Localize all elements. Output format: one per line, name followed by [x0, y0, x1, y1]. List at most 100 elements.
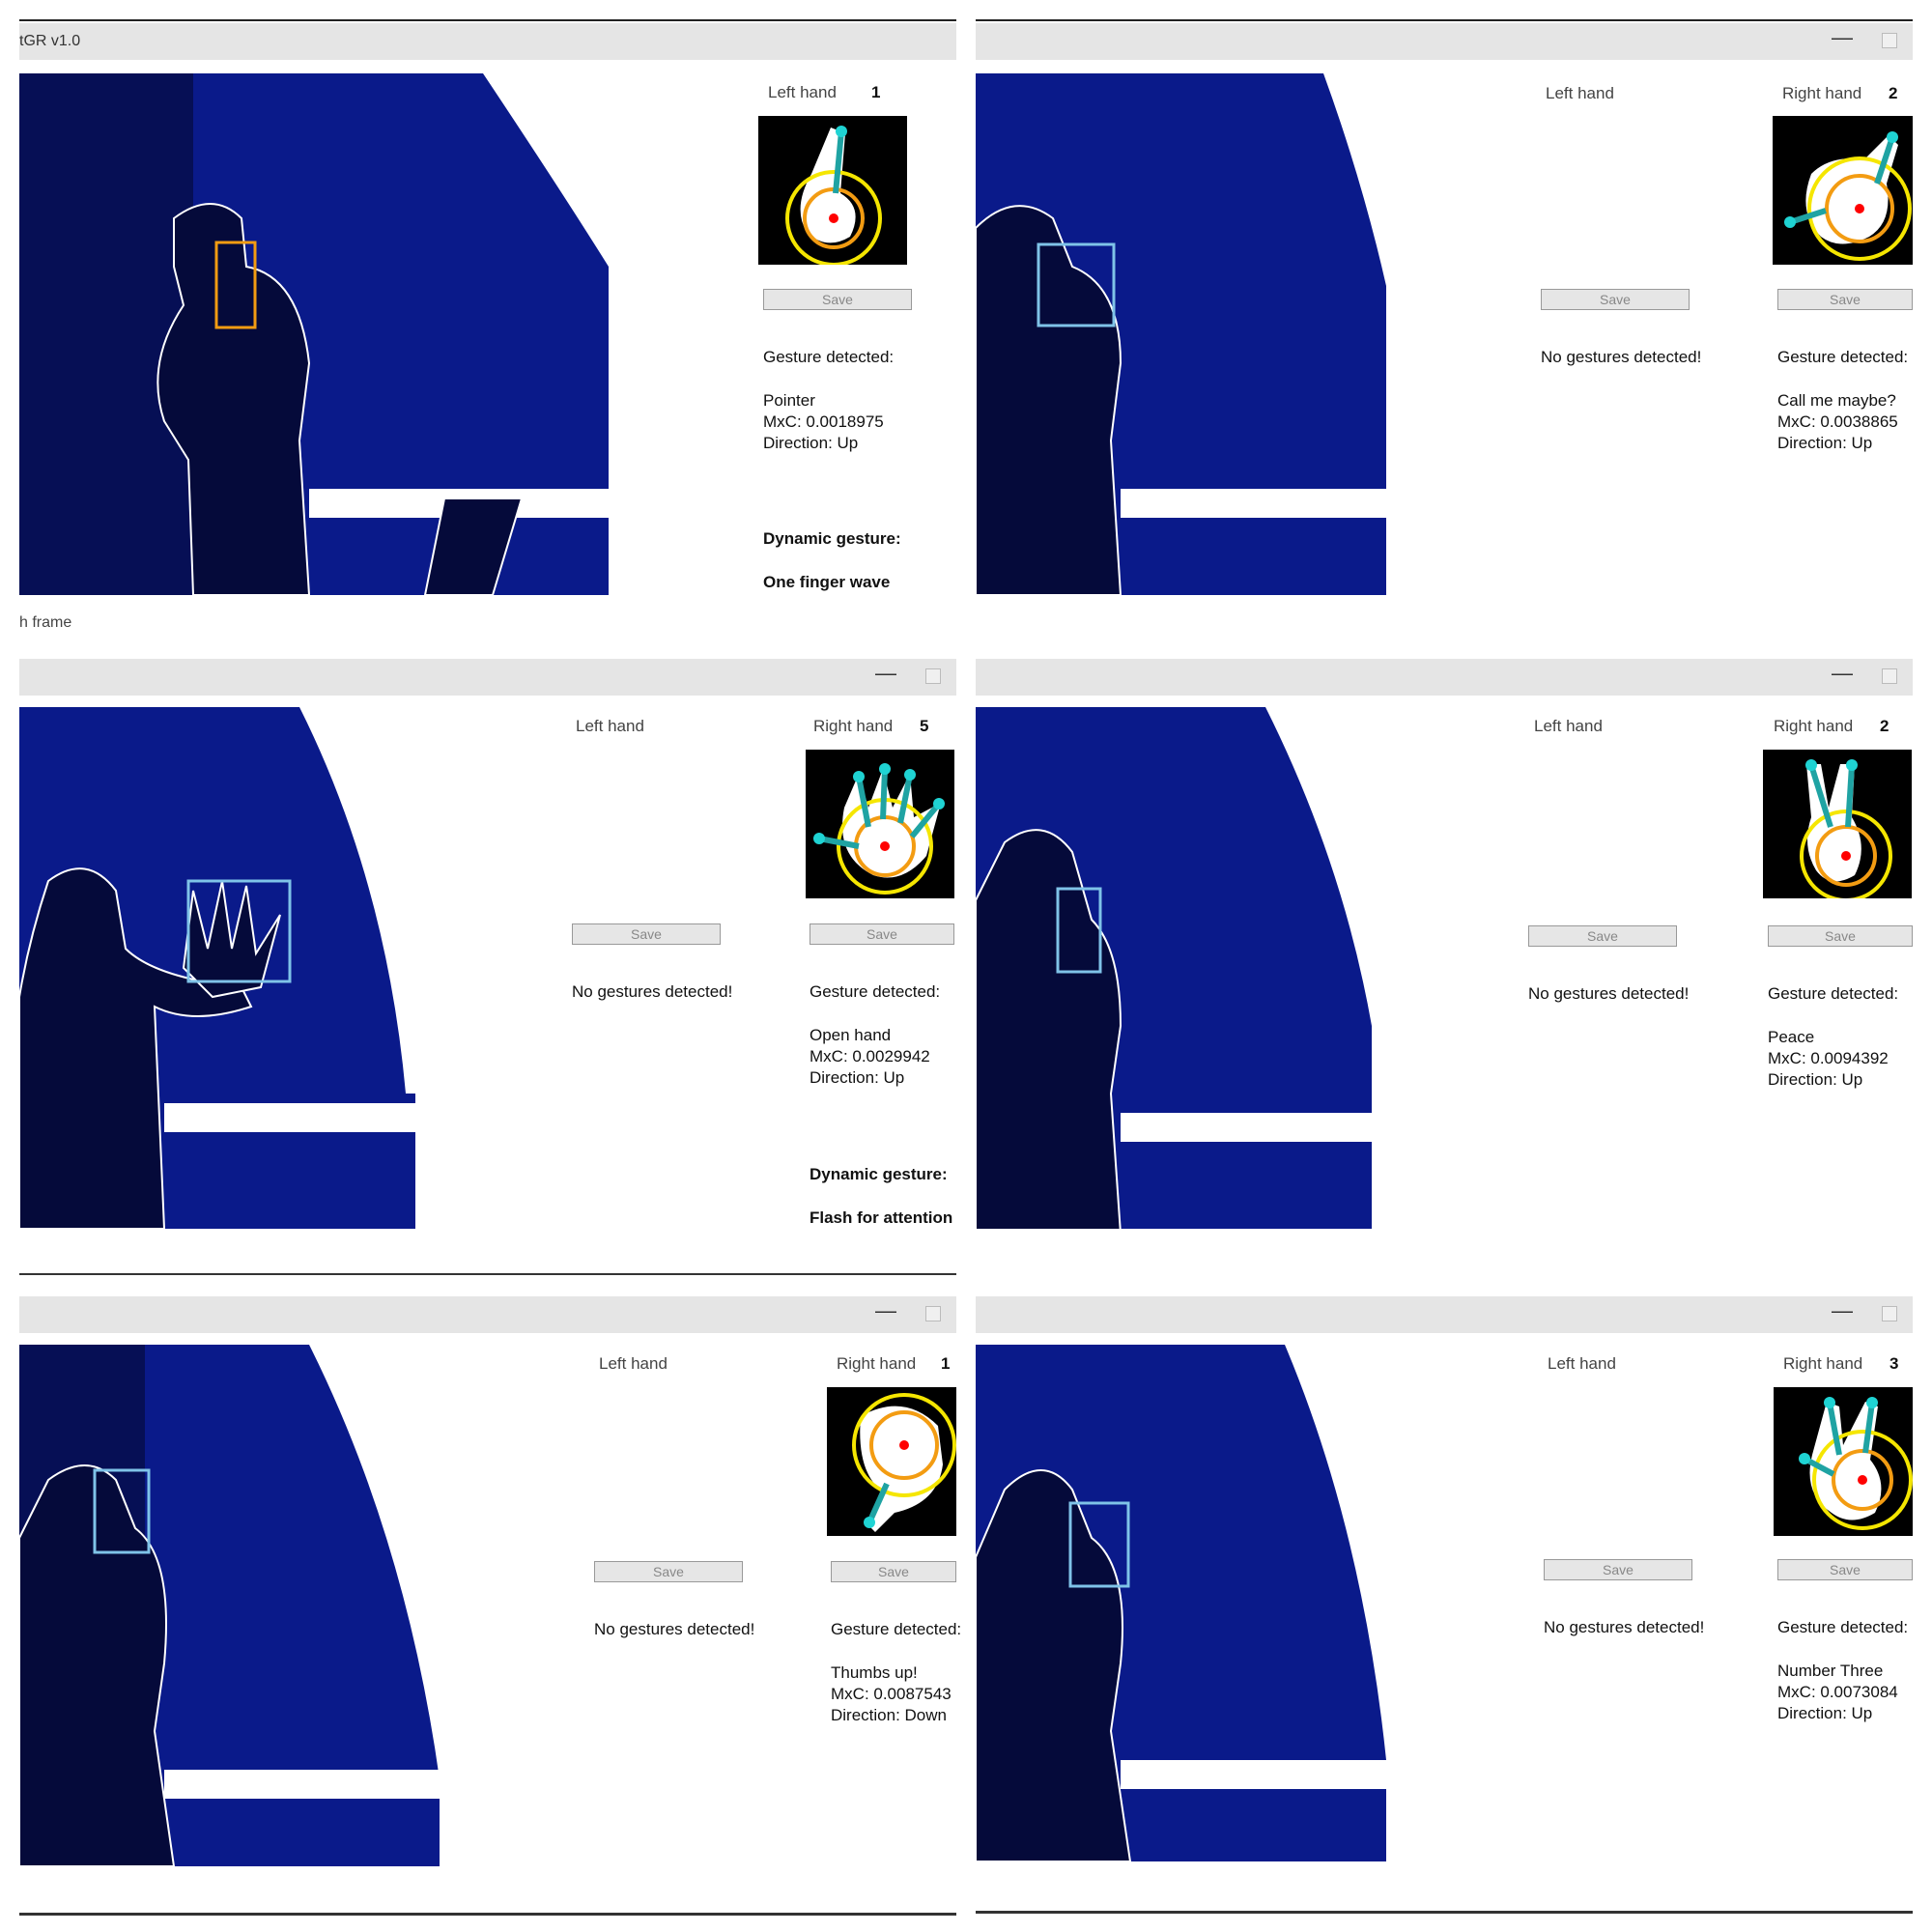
- minimize-icon[interactable]: —: [1832, 1298, 1853, 1323]
- window-border: [976, 19, 1913, 21]
- maximize-icon[interactable]: [1882, 33, 1897, 48]
- title-bar: —: [976, 1296, 1913, 1333]
- depth-frame-view[interactable]: [19, 73, 628, 595]
- left-save-button[interactable]: Save: [1544, 1559, 1692, 1580]
- window-panel-4: — Left hand Right hand 2 Save No gesture…: [976, 638, 1913, 1256]
- left-save-button[interactable]: Save: [572, 923, 721, 945]
- window-panel-1: tGR v1.0 Left hand 1 Save Gesture detect…: [19, 2, 956, 631]
- depth-image: [19, 707, 415, 1229]
- left-hand-label: Left hand: [576, 717, 644, 735]
- gesture-direction: Direction: Up: [1777, 1704, 1873, 1722]
- fingertip-marker: [836, 126, 847, 137]
- left-hand-label: Left hand: [1546, 84, 1614, 102]
- centroid-marker: [829, 213, 838, 223]
- depth-image: [976, 73, 1386, 595]
- minimize-icon[interactable]: —: [1832, 661, 1853, 686]
- window-panel-5: — Left hand Right hand 1 Save No gesture…: [19, 1275, 961, 1916]
- gesture-mxc: MxC: 0.0094392: [1768, 1049, 1889, 1067]
- left-save-button[interactable]: Save: [1528, 925, 1677, 947]
- centroid-marker: [1855, 204, 1864, 213]
- hand-thumbnail: [806, 750, 954, 898]
- minimize-icon[interactable]: —: [875, 661, 896, 686]
- right-hand-label: Right hand: [813, 717, 894, 735]
- depth-image: [19, 1345, 440, 1866]
- window-panel-3: — Left hand Right hand 5 Save No gesture…: [19, 638, 956, 1275]
- gesture-mxc: MxC: 0.0029942: [810, 1047, 930, 1065]
- finger-count: 1: [871, 83, 881, 101]
- dynamic-gesture-heading: Dynamic gesture:: [810, 1165, 948, 1183]
- right-save-button[interactable]: Save: [1777, 289, 1913, 310]
- gesture-mxc: MxC: 0.0087543: [831, 1685, 952, 1703]
- left-no-gestures: No gestures detected!: [1541, 348, 1702, 366]
- gesture-detected-heading: Gesture detected:: [763, 348, 895, 366]
- minimize-icon[interactable]: —: [875, 1298, 896, 1323]
- finger-count: 2: [1889, 84, 1898, 102]
- depth-image: [19, 73, 609, 595]
- right-save-button[interactable]: Save: [1777, 1559, 1913, 1580]
- gesture-detected-heading: Gesture detected:: [810, 982, 941, 1001]
- title-bar: —: [976, 659, 1913, 696]
- right-hand-label: Right hand: [1774, 717, 1854, 735]
- finger-count: 5: [920, 717, 929, 735]
- hand-thumbnail: [1763, 750, 1912, 898]
- left-hand-label: Left hand: [1548, 1354, 1616, 1373]
- maximize-icon[interactable]: [1882, 668, 1897, 684]
- depth-image: [976, 1345, 1386, 1861]
- gesture-direction: Direction: Up: [1777, 434, 1873, 452]
- right-save-button[interactable]: Save: [1768, 925, 1913, 947]
- right-save-button[interactable]: Save: [831, 1561, 956, 1582]
- centroid-marker: [1858, 1475, 1867, 1485]
- save-button[interactable]: Save: [763, 289, 912, 310]
- hand-thumbnail: [1773, 116, 1913, 265]
- gesture-direction: Direction: Up: [763, 434, 859, 452]
- depth-frame-view[interactable]: [976, 707, 1584, 1229]
- left-no-gestures: No gestures detected!: [1528, 984, 1690, 1003]
- left-no-gestures: No gestures detected!: [1544, 1618, 1705, 1636]
- minimize-icon[interactable]: —: [1832, 25, 1853, 50]
- hand-thumbnail: [758, 116, 907, 265]
- hand-thumbnail: [827, 1387, 956, 1536]
- depth-frame-view[interactable]: [19, 1345, 628, 1866]
- maximize-icon[interactable]: [925, 668, 941, 684]
- window-panel-6: — Left hand Right hand 3 Save No gesture…: [976, 1275, 1913, 1914]
- centroid-marker: [899, 1440, 909, 1450]
- finger-count: 2: [1880, 717, 1889, 735]
- left-no-gestures: No gestures detected!: [572, 982, 733, 1001]
- depth-frame-view[interactable]: [19, 707, 628, 1229]
- gesture-name: Pointer: [763, 391, 815, 410]
- finger-count: 1: [941, 1354, 951, 1373]
- window-border: [19, 19, 956, 21]
- dynamic-gesture-name: Flash for attention: [810, 1208, 953, 1227]
- gesture-name: Thumbs up!: [831, 1663, 918, 1682]
- app-title: tGR v1.0: [19, 33, 81, 49]
- window-border: [19, 1913, 956, 1916]
- gesture-name: Call me maybe?: [1777, 391, 1896, 410]
- gesture-detected-heading: Gesture detected:: [1768, 984, 1899, 1003]
- title-bar: tGR v1.0: [19, 23, 956, 60]
- status-text: h frame: [19, 614, 72, 631]
- left-no-gestures: No gestures detected!: [594, 1620, 755, 1638]
- gesture-name: Open hand: [810, 1026, 892, 1044]
- maximize-icon[interactable]: [1882, 1306, 1897, 1321]
- window-border: [976, 1911, 1913, 1914]
- gesture-direction: Direction: Down: [831, 1706, 947, 1724]
- depth-frame-view[interactable]: [976, 1345, 1584, 1866]
- dynamic-gesture-heading: Dynamic gesture:: [763, 529, 901, 548]
- maximize-icon[interactable]: [925, 1306, 941, 1321]
- gesture-direction: Direction: Up: [810, 1068, 905, 1087]
- left-hand-label: Left hand: [768, 83, 837, 101]
- centroid-marker: [1841, 851, 1851, 861]
- gesture-name: Number Three: [1777, 1662, 1884, 1680]
- gesture-detected-heading: Gesture detected:: [1777, 348, 1909, 366]
- gesture-name: Peace: [1768, 1028, 1815, 1046]
- left-hand-label: Left hand: [599, 1354, 668, 1373]
- hand-thumbnail: [1774, 1387, 1913, 1536]
- right-hand-label: Right hand: [1783, 1354, 1863, 1373]
- left-save-button[interactable]: Save: [1541, 289, 1690, 310]
- centroid-marker: [880, 841, 890, 851]
- fingertip-marker: [1887, 131, 1898, 143]
- depth-frame-view[interactable]: [976, 73, 1584, 595]
- left-save-button[interactable]: Save: [594, 1561, 743, 1582]
- right-hand-label: Right hand: [1782, 84, 1862, 102]
- right-save-button[interactable]: Save: [810, 923, 954, 945]
